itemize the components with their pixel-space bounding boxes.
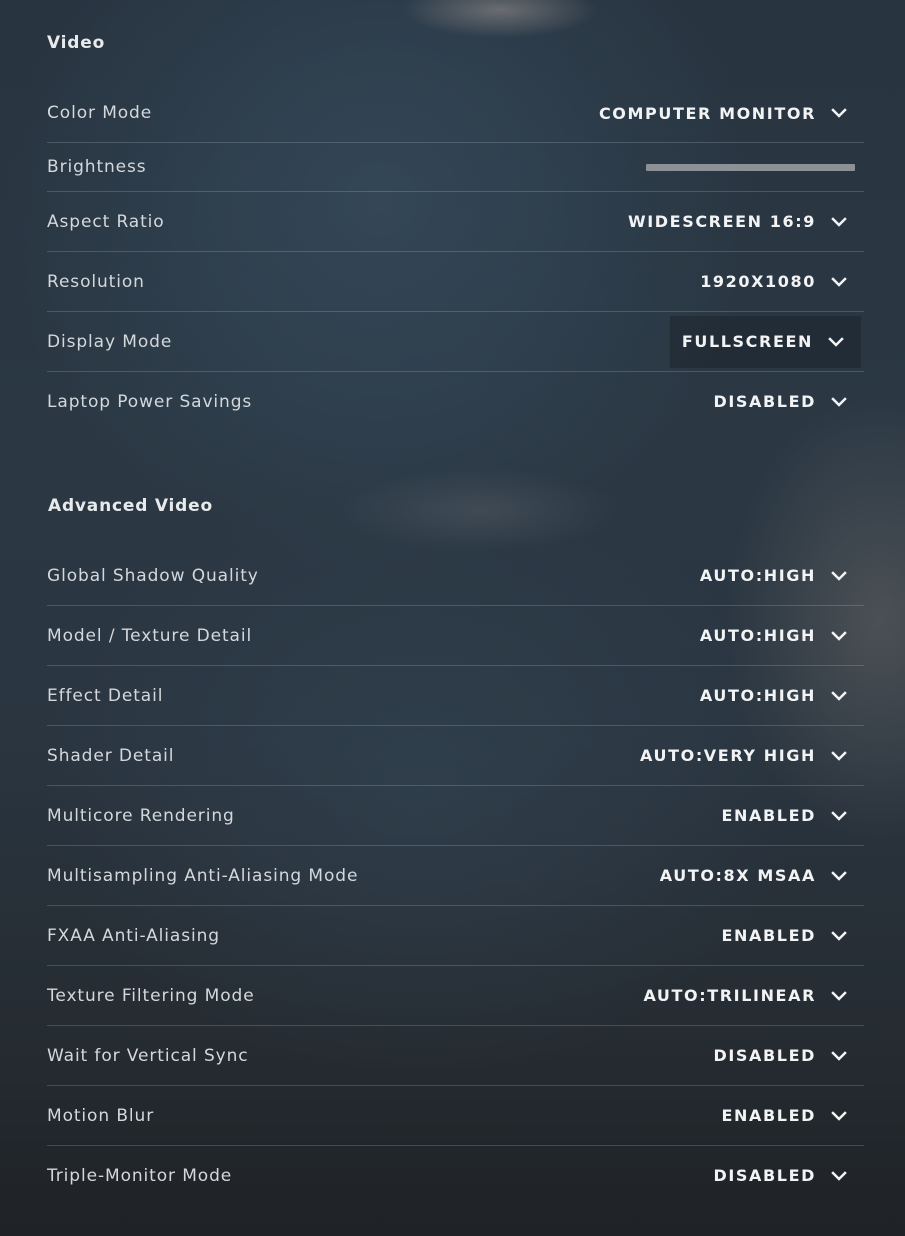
setting-row-advanced: Multisampling Anti-Aliasing Mode AUTO:8X … [47, 846, 864, 906]
setting-row-advanced: Texture Filtering Mode AUTO:TRILINEAR [47, 966, 864, 1026]
chevron-down-icon [830, 750, 848, 762]
setting-value: AUTO:TRILINEAR [643, 986, 816, 1005]
setting-dropdown[interactable]: DISABLED [701, 1026, 864, 1085]
setting-label: Effect Detail [47, 685, 164, 706]
setting-dropdown[interactable]: ENABLED [709, 1086, 864, 1145]
setting-row-display-mode: Display Mode FULLSCREEN [47, 312, 864, 372]
setting-value: AUTO:HIGH [699, 566, 816, 585]
setting-row-advanced: FXAA Anti-Aliasing ENABLED [47, 906, 864, 966]
setting-label: Multisampling Anti-Aliasing Mode [47, 865, 359, 886]
setting-dropdown[interactable]: AUTO:VERY HIGH [628, 726, 864, 785]
setting-value: ENABLED [721, 1106, 816, 1125]
setting-dropdown[interactable]: AUTO:TRILINEAR [631, 966, 864, 1025]
setting-label: Shader Detail [47, 745, 175, 766]
setting-dropdown[interactable]: ENABLED [709, 906, 864, 965]
setting-value: 1920X1080 [700, 272, 816, 291]
chevron-down-icon [830, 690, 848, 702]
setting-row-advanced: Multicore Rendering ENABLED [47, 786, 864, 846]
setting-label: Wait for Vertical Sync [47, 1045, 249, 1066]
chevron-down-icon [830, 990, 848, 1002]
setting-row-advanced: Effect Detail AUTO:HIGH [47, 666, 864, 726]
setting-dropdown[interactable]: AUTO:HIGH [688, 606, 864, 665]
setting-row-advanced: Motion Blur ENABLED [47, 1086, 864, 1146]
aspect-ratio-dropdown[interactable]: WIDESCREEN 16:9 [616, 192, 864, 251]
chevron-down-icon [830, 1110, 848, 1122]
chevron-down-icon [830, 570, 848, 582]
setting-dropdown[interactable]: ENABLED [709, 786, 864, 845]
chevron-down-icon [830, 810, 848, 822]
chevron-down-icon [830, 930, 848, 942]
setting-value: ENABLED [721, 926, 816, 945]
setting-value: AUTO:8X MSAA [659, 866, 816, 885]
setting-value: COMPUTER MONITOR [598, 103, 816, 123]
chevron-down-icon [830, 107, 848, 119]
setting-row-brightness: Brightness [47, 143, 864, 192]
setting-row-resolution: Resolution 1920X1080 [47, 252, 864, 312]
setting-value: DISABLED [713, 1046, 816, 1065]
setting-dropdown[interactable]: AUTO:8X MSAA [648, 846, 864, 905]
setting-row-advanced: Triple-Monitor Mode DISABLED [47, 1146, 864, 1205]
setting-row-aspect-ratio: Aspect Ratio WIDESCREEN 16:9 [47, 192, 864, 252]
chevron-down-icon [830, 630, 848, 642]
setting-dropdown[interactable]: AUTO:HIGH [688, 666, 864, 725]
setting-label: Resolution [47, 271, 145, 292]
setting-value: ENABLED [721, 806, 816, 825]
setting-label: FXAA Anti-Aliasing [47, 925, 220, 946]
chevron-down-icon [830, 216, 848, 228]
setting-row-advanced: Global Shadow Quality AUTO:HIGH [47, 546, 864, 606]
color-mode-dropdown[interactable]: COMPUTER MONITOR [587, 84, 864, 142]
setting-label: Triple-Monitor Mode [47, 1165, 233, 1186]
setting-value: AUTO:VERY HIGH [640, 746, 816, 765]
setting-row-color-mode: Color Mode COMPUTER MONITOR [47, 84, 864, 143]
setting-label: Brightness [47, 157, 147, 177]
setting-value: WIDESCREEN 16:9 [627, 212, 816, 231]
setting-label: Laptop Power Savings [47, 391, 253, 412]
resolution-dropdown[interactable]: 1920X1080 [688, 252, 864, 311]
setting-label: Model / Texture Detail [47, 625, 253, 646]
setting-value: DISABLED [713, 1166, 816, 1185]
setting-value: AUTO:HIGH [699, 626, 816, 645]
setting-dropdown[interactable]: AUTO:HIGH [688, 546, 864, 605]
section-title-advanced-video: Advanced Video [48, 496, 213, 516]
setting-row-advanced: Model / Texture Detail AUTO:HIGH [47, 606, 864, 666]
setting-label: Multicore Rendering [47, 805, 235, 826]
laptop-power-savings-dropdown[interactable]: DISABLED [701, 372, 864, 431]
section-title-video: Video [47, 33, 106, 53]
chevron-down-icon [830, 1170, 848, 1182]
chevron-down-icon [830, 396, 848, 408]
setting-value: FULLSCREEN [681, 332, 813, 351]
chevron-down-icon [830, 870, 848, 882]
chevron-down-icon [830, 276, 848, 288]
setting-row-laptop-power-savings: Laptop Power Savings DISABLED [47, 372, 864, 431]
setting-label: Global Shadow Quality [47, 565, 259, 586]
setting-row-advanced: Wait for Vertical Sync DISABLED [47, 1026, 864, 1086]
setting-label: Motion Blur [47, 1105, 155, 1126]
setting-value: DISABLED [713, 392, 816, 411]
chevron-down-icon [827, 336, 845, 348]
setting-label: Display Mode [47, 331, 173, 352]
setting-label: Color Mode [47, 103, 153, 123]
setting-row-advanced: Shader Detail AUTO:VERY HIGH [47, 726, 864, 786]
setting-value: AUTO:HIGH [699, 686, 816, 705]
chevron-down-icon [830, 1050, 848, 1062]
brightness-slider[interactable] [646, 163, 855, 171]
setting-label: Aspect Ratio [47, 211, 165, 232]
setting-dropdown[interactable]: DISABLED [701, 1146, 864, 1205]
display-mode-dropdown[interactable]: FULLSCREEN [669, 315, 861, 368]
setting-label: Texture Filtering Mode [47, 985, 255, 1006]
